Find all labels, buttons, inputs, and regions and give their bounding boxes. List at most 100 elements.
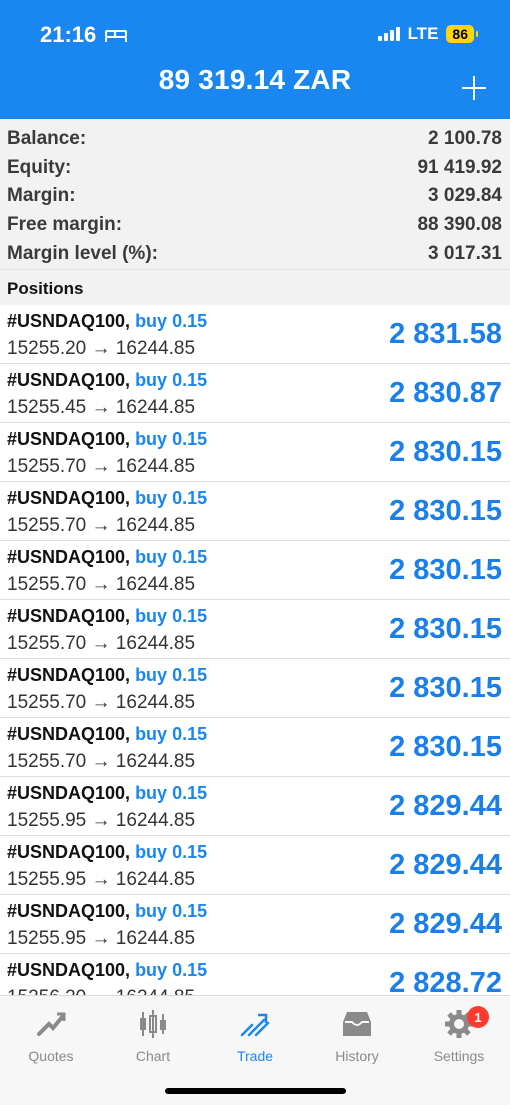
position-profit: 2 830.15 (389, 436, 502, 468)
home-indicator (165, 1088, 346, 1094)
position-profit: 2 829.44 (389, 908, 502, 940)
position-prices: 15255.70 → 16244.85 (7, 574, 196, 595)
battery-icon: 86 (446, 25, 478, 43)
tab-trade[interactable]: Trade (204, 1002, 306, 1064)
account-total: 89 319.14 ZAR (158, 64, 352, 95)
tab-quotes[interactable]: Quotes (0, 1002, 102, 1064)
position-profit: 2 830.87 (389, 377, 502, 409)
summary-row: Free margin: 88 390.08 (0, 211, 510, 240)
position-prices: 15255.70 → 16244.85 (7, 456, 196, 477)
position-symbol: #USNDAQ100, (7, 842, 131, 862)
bed-icon (105, 30, 128, 42)
tab-label: History (335, 1048, 379, 1064)
position-symbol: #USNDAQ100, (7, 606, 131, 626)
position-row[interactable]: #USNDAQ100, buy 0.15 15255.70 → 16244.85… (0, 718, 510, 777)
position-side: buy 0.15 (135, 429, 208, 449)
position-prices: 15255.70 → 16244.85 (7, 515, 196, 536)
position-prices: 15255.70 → 16244.85 (7, 692, 196, 713)
tab-label: Settings (433, 1048, 485, 1064)
position-symbol: #USNDAQ100, (7, 488, 131, 508)
position-symbol: #USNDAQ100, (7, 665, 131, 685)
notification-badge: 1 (467, 1006, 489, 1028)
position-profit: 2 830.15 (389, 495, 502, 527)
position-symbol: #USNDAQ100, (7, 960, 131, 980)
position-symbol-line: #USNDAQ100, buy 0.15 (7, 960, 207, 981)
trade-icon (204, 1002, 306, 1046)
position-row[interactable]: #USNDAQ100, buy 0.15 15255.70 → 16244.85… (0, 541, 510, 600)
summary-row: Margin: 3 029.84 (0, 182, 510, 211)
app-header: 21:16 LTE 86 89 319.14 ZAR (0, 0, 510, 119)
positions-title: Positions (0, 269, 510, 305)
position-prices: 15255.45 → 16244.85 (7, 397, 196, 418)
position-symbol-line: #USNDAQ100, buy 0.15 (7, 606, 207, 627)
position-symbol-line: #USNDAQ100, buy 0.15 (7, 547, 207, 568)
position-prices: 15255.70 → 16244.85 (7, 751, 196, 772)
tab-label: Trade (236, 1048, 274, 1064)
summary-value: 91 419.92 (417, 156, 502, 178)
summary-row: Equity: 91 419.92 (0, 154, 510, 183)
history-icon (306, 1002, 408, 1046)
summary-value: 2 100.78 (428, 128, 502, 150)
new-order-button[interactable] (460, 74, 488, 102)
summary-row: Margin level (%): 3 017.31 (0, 239, 510, 268)
position-symbol-line: #USNDAQ100, buy 0.15 (7, 842, 207, 863)
chart-icon (102, 1002, 204, 1046)
position-side: buy 0.15 (135, 488, 208, 508)
position-row[interactable]: #USNDAQ100, buy 0.15 15255.20 → 16244.85… (0, 305, 510, 364)
summary-label: Free margin: (7, 214, 123, 236)
tab-history[interactable]: History (306, 1002, 408, 1064)
position-symbol-line: #USNDAQ100, buy 0.15 (7, 429, 207, 450)
position-side: buy 0.15 (135, 960, 208, 980)
position-prices: 15255.95 → 16244.85 (7, 928, 196, 949)
summary-label: Equity: (7, 156, 72, 178)
position-row[interactable]: #USNDAQ100, buy 0.15 15255.95 → 16244.85… (0, 777, 510, 836)
position-symbol-line: #USNDAQ100, buy 0.15 (7, 724, 207, 745)
position-side: buy 0.15 (135, 901, 208, 921)
summary-value: 3 017.31 (428, 242, 502, 264)
position-symbol: #USNDAQ100, (7, 547, 131, 567)
position-row[interactable]: #USNDAQ100, buy 0.15 15255.70 → 16244.85… (0, 423, 510, 482)
position-symbol: #USNDAQ100, (7, 429, 131, 449)
status-time: 21:16 (40, 22, 128, 48)
summary-row: Balance: 2 100.78 (0, 125, 510, 154)
network-type: LTE (407, 24, 439, 43)
position-prices: 15255.20 → 16244.85 (7, 338, 196, 359)
position-symbol: #USNDAQ100, (7, 311, 131, 331)
position-prices: 15255.95 → 16244.85 (7, 869, 196, 890)
position-profit: 2 829.44 (389, 790, 502, 822)
signal-icon (377, 27, 400, 41)
settings-icon (408, 1002, 510, 1046)
positions-list: #USNDAQ100, buy 0.15 15255.20 → 16244.85… (0, 305, 510, 995)
position-row[interactable]: #USNDAQ100, buy 0.15 15256.20 → 16244.85… (0, 954, 510, 995)
position-side: buy 0.15 (135, 724, 208, 744)
position-row[interactable]: #USNDAQ100, buy 0.15 15255.45 → 16244.85… (0, 364, 510, 423)
position-symbol: #USNDAQ100, (7, 901, 131, 921)
position-row[interactable]: #USNDAQ100, buy 0.15 15255.95 → 16244.85… (0, 836, 510, 895)
position-symbol-line: #USNDAQ100, buy 0.15 (7, 370, 207, 391)
position-row[interactable]: #USNDAQ100, buy 0.15 15255.70 → 16244.85… (0, 600, 510, 659)
position-profit: 2 830.15 (389, 613, 502, 645)
position-symbol: #USNDAQ100, (7, 783, 131, 803)
position-side: buy 0.15 (135, 370, 208, 390)
position-profit: 2 829.44 (389, 849, 502, 881)
tab-settings[interactable]: Settings 1 (408, 1002, 510, 1064)
position-side: buy 0.15 (135, 547, 208, 567)
summary-label: Margin level (%): (7, 242, 158, 264)
clock: 21:16 (40, 22, 97, 47)
position-profit: 2 830.15 (389, 731, 502, 763)
position-symbol-line: #USNDAQ100, buy 0.15 (7, 665, 207, 686)
position-profit: 2 830.15 (389, 554, 502, 586)
position-symbol-line: #USNDAQ100, buy 0.15 (7, 783, 207, 804)
position-side: buy 0.15 (135, 606, 208, 626)
position-side: buy 0.15 (135, 783, 208, 803)
quotes-icon (0, 1002, 102, 1046)
tab-label: Quotes (28, 1048, 74, 1064)
position-prices: 15255.70 → 16244.85 (7, 633, 196, 654)
position-row[interactable]: #USNDAQ100, buy 0.15 15255.95 → 16244.85… (0, 895, 510, 954)
position-row[interactable]: #USNDAQ100, buy 0.15 15255.70 → 16244.85… (0, 659, 510, 718)
position-symbol-line: #USNDAQ100, buy 0.15 (7, 311, 207, 332)
tab-chart[interactable]: Chart (102, 1002, 204, 1064)
position-symbol: #USNDAQ100, (7, 370, 131, 390)
account-summary: Balance: 2 100.78 Equity: 91 419.92 Margin… (0, 119, 510, 269)
position-row[interactable]: #USNDAQ100, buy 0.15 15255.70 → 16244.85… (0, 482, 510, 541)
